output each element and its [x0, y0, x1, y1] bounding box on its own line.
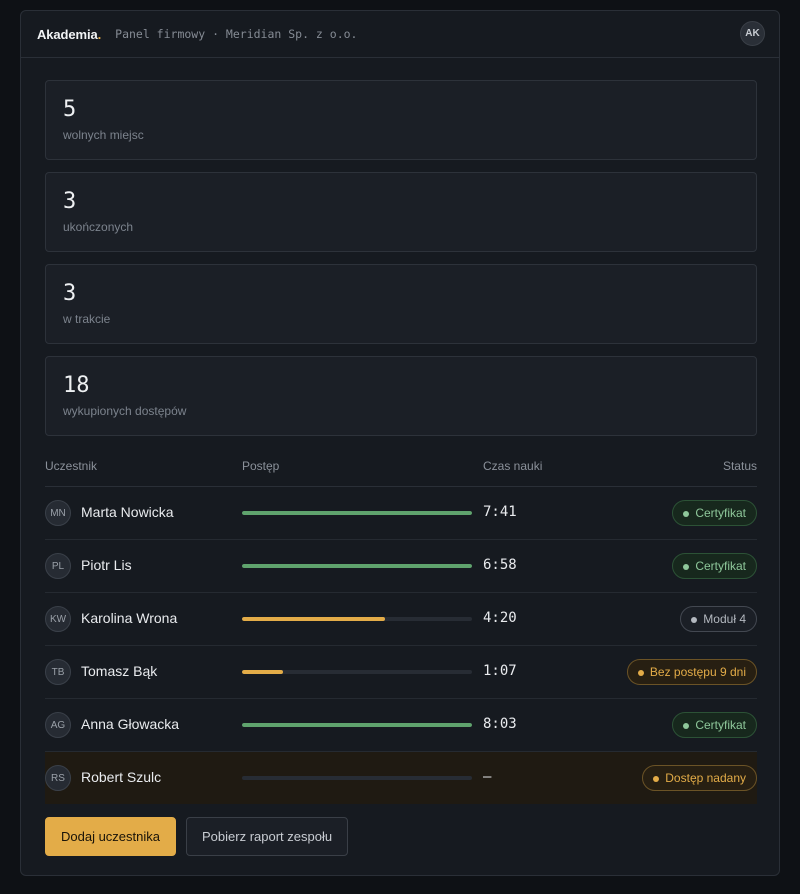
actions-bar: Dodaj uczestnika Pobierz raport zespołu	[45, 817, 349, 856]
stat-label: wykupionych dostępów	[63, 404, 187, 418]
progress-bar	[242, 670, 472, 674]
progress-bar	[242, 617, 472, 621]
column-header-time: Czas nauki	[483, 459, 543, 473]
learning-time: 8:03	[483, 716, 517, 732]
stat-label: ukończonych	[63, 220, 134, 234]
table-row[interactable]: TB Tomasz Bąk 1:07 Bez postępu 9 dni	[45, 646, 757, 699]
stat-value: 3	[63, 281, 77, 306]
participant-avatar: AG	[45, 712, 71, 738]
learning-time: 6:58	[483, 557, 517, 573]
brand-dot: .	[97, 26, 102, 42]
participant-avatar: MN	[45, 500, 71, 526]
progress-bar-fill	[242, 670, 284, 674]
participant-name: Marta Nowicka	[81, 504, 174, 520]
stat-in-progress: 3 w trakcie	[45, 264, 757, 344]
status-badge: Moduł 4	[680, 606, 757, 632]
table-body: MN Marta Nowicka 7:41 Certyfikat PL Piotr Lis…	[45, 487, 757, 804]
download-team-report-button[interactable]: Pobierz raport zespołu	[186, 817, 349, 856]
status-badge: Certyfikat	[672, 500, 757, 526]
stat-label: w trakcie	[63, 312, 111, 326]
user-avatar[interactable]: AK	[740, 21, 765, 46]
status-badge: Certyfikat	[672, 712, 757, 738]
stat-label: wolnych miejsc	[63, 128, 144, 142]
learning-time: 1:07	[483, 663, 517, 679]
status-badge: Bez postępu 9 dni	[626, 659, 757, 685]
participant-name: Anna Głowacka	[81, 716, 180, 732]
brand-logo[interactable]: Akademia.	[37, 27, 101, 42]
status-badge: Dostęp nadany	[642, 765, 757, 791]
participant-avatar: PL	[45, 553, 71, 579]
stat-completed: 3 ukończonych	[45, 172, 757, 252]
stat-free-seats: 5 wolnych miejsc	[45, 80, 757, 160]
table-row[interactable]: AG Anna Głowacka 8:03 Certyfikat	[45, 699, 757, 752]
stat-value: 3	[63, 189, 77, 214]
company-panel: Akademia. Panel firmowy · Meridian Sp. z…	[20, 10, 780, 876]
column-header-progress: Postęp	[242, 459, 280, 473]
progress-bar	[242, 776, 472, 780]
learning-time: —	[483, 769, 492, 785]
stat-value: 18	[63, 373, 90, 398]
progress-bar	[242, 723, 472, 727]
progress-bar	[242, 511, 472, 515]
top-bar: Akademia. Panel firmowy · Meridian Sp. z…	[21, 11, 779, 58]
table-header: Uczestnik Postęp Czas nauki Status	[45, 455, 757, 487]
learning-time: 7:41	[483, 504, 517, 520]
brand-name: Akademia	[37, 26, 98, 42]
table-row[interactable]: KW Karolina Wrona 4:20 Moduł 4	[45, 593, 757, 646]
participant-name: Tomasz Bąk	[81, 663, 158, 679]
add-participant-button[interactable]: Dodaj uczestnika	[45, 817, 176, 856]
participant-name: Karolina Wrona	[81, 610, 178, 626]
participants-table: Uczestnik Postęp Czas nauki Status MN Mar…	[45, 455, 757, 804]
participant-avatar: KW	[45, 606, 71, 632]
progress-bar-fill	[242, 617, 385, 621]
progress-bar-fill	[242, 564, 472, 568]
learning-time: 4:20	[483, 610, 517, 626]
table-row[interactable]: PL Piotr Lis 6:58 Certyfikat	[45, 540, 757, 593]
participant-avatar: RS	[45, 765, 71, 791]
table-row[interactable]: MN Marta Nowicka 7:41 Certyfikat	[45, 487, 757, 540]
participant-name: Robert Szulc	[81, 769, 162, 785]
participant-name: Piotr Lis	[81, 557, 132, 573]
stat-value: 5	[63, 97, 77, 122]
progress-bar	[242, 564, 472, 568]
column-header-status: Status	[722, 459, 757, 473]
column-header-participant: Uczestnik	[45, 459, 98, 473]
table-row[interactable]: RS Robert Szulc — Dostęp nadany	[45, 752, 757, 804]
progress-bar-fill	[242, 511, 472, 515]
progress-bar-fill	[242, 723, 472, 727]
company-subtitle: Panel firmowy · Meridian Sp. z o.o.	[115, 27, 358, 41]
participant-avatar: TB	[45, 659, 71, 685]
stat-purchased-access: 18 wykupionych dostępów	[45, 356, 757, 436]
status-badge: Certyfikat	[672, 553, 757, 579]
